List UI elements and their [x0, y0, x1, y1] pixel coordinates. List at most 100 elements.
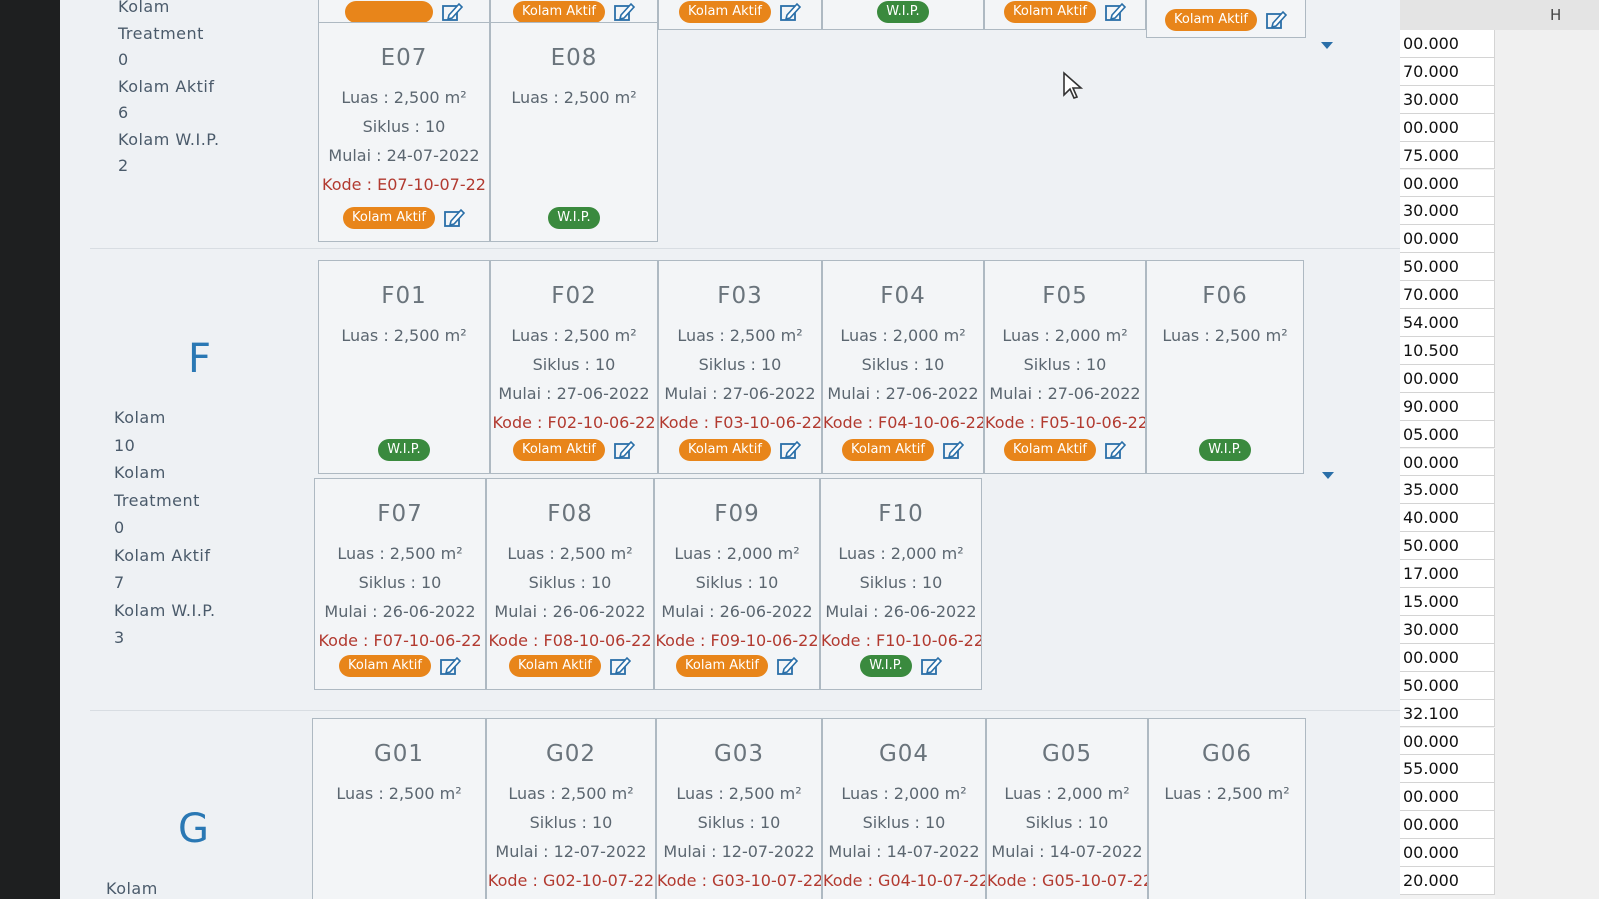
status-badge: Kolam Aktif	[1004, 1, 1096, 23]
pond-card-partial: Kolam Aktif	[984, 0, 1146, 30]
spreadsheet-cell[interactable]: 00.000	[1400, 811, 1495, 840]
spreadsheet-cell[interactable]: 00.000	[1400, 364, 1495, 393]
edit-icon[interactable]	[776, 655, 799, 677]
edit-icon[interactable]	[1265, 9, 1288, 31]
spreadsheet-cell[interactable]: 90.000	[1400, 392, 1495, 421]
spreadsheet-cell[interactable]: 54.000	[1400, 309, 1495, 337]
pond-card-g01: G01 Luas : 2,500 m²	[312, 718, 486, 899]
spreadsheet-cell[interactable]: 05.000	[1400, 420, 1495, 449]
pond-area: Luas : 2,500 m²	[337, 544, 463, 563]
spreadsheet-cell[interactable]: 32.100	[1400, 699, 1495, 728]
card-actions: Kolam Aktif	[985, 439, 1145, 461]
edit-icon[interactable]	[942, 439, 965, 461]
pond-cycle: Siklus : 10	[529, 813, 613, 832]
pond-start-date: Mulai : 27-06-2022	[989, 384, 1141, 403]
pond-start-date: Mulai : 12-07-2022	[663, 842, 815, 861]
spreadsheet-cell[interactable]: 17.000	[1400, 560, 1495, 588]
spreadsheet-cell[interactable]: 75.000	[1400, 141, 1495, 170]
edit-icon[interactable]	[920, 655, 942, 677]
pond-code: G01	[373, 741, 425, 767]
edit-icon[interactable]	[439, 655, 462, 677]
spreadsheet-cell[interactable]: 20.000	[1400, 867, 1495, 895]
spreadsheet-cell[interactable]: 30.000	[1400, 85, 1495, 114]
spreadsheet-cell[interactable]: 50.000	[1400, 253, 1495, 282]
pond-code: G04	[878, 741, 930, 767]
pond-start-date: Mulai : 27-06-2022	[664, 384, 816, 403]
spreadsheet-cell[interactable]: 00.000	[1400, 169, 1495, 198]
pond-code: F07	[377, 501, 423, 527]
pond-start-date: Mulai : 14-07-2022	[828, 842, 980, 861]
card-actions: Kolam Aktif	[659, 439, 821, 461]
spreadsheet-cell[interactable]: 50.000	[1400, 532, 1495, 561]
edit-icon[interactable]	[1104, 1, 1127, 23]
pond-area: Luas : 2,000 m²	[1004, 784, 1130, 803]
pond-cycle: Siklus : 10	[358, 573, 442, 592]
pond-area: Luas : 2,500 m²	[676, 784, 802, 803]
pond-area: Luas : 2,500 m²	[341, 326, 467, 345]
edit-icon[interactable]	[779, 439, 802, 461]
stat-line: Kolam W.I.P.	[118, 129, 220, 149]
spreadsheet-cell[interactable]: 40.000	[1400, 504, 1495, 533]
block-letter-g: G	[178, 806, 209, 852]
pond-area: Luas : 2,000 m²	[674, 544, 800, 563]
status-badge: W.I.P.	[860, 655, 912, 677]
pond-area: Luas : 2,000 m²	[838, 544, 964, 563]
pond-card-g03: G03 Luas : 2,500 m² Siklus : 10 Mulai : 12-…	[656, 718, 822, 899]
edit-icon[interactable]	[1104, 439, 1127, 461]
spreadsheet-cell[interactable]: 00.000	[1400, 225, 1495, 254]
spreadsheet-cell[interactable]: 30.000	[1400, 615, 1495, 644]
card-actions: W.I.P.	[1147, 439, 1303, 461]
pond-code: F08	[547, 501, 593, 527]
pond-card-f06: F06 Luas : 2,500 m² W.I.P.	[1146, 260, 1304, 474]
expand-caret-icon[interactable]	[1322, 472, 1334, 479]
edit-icon[interactable]	[443, 207, 466, 229]
pond-code: G02	[545, 741, 597, 767]
block-separator	[90, 248, 1400, 249]
spreadsheet-cell[interactable]: 00.000	[1400, 643, 1495, 672]
edit-icon[interactable]	[613, 1, 636, 23]
edit-icon[interactable]	[441, 1, 464, 23]
status-badge: Kolam Aktif	[676, 655, 768, 677]
spreadsheet-panel: H 00.000 70.000 30.000 00.000 75.000 00.000 30…	[1400, 0, 1599, 899]
pond-area: Luas : 2,500 m²	[1162, 326, 1288, 345]
stat-line: 0	[114, 518, 125, 537]
spreadsheet-cell[interactable]: 00.000	[1400, 783, 1495, 812]
expand-caret-icon[interactable]	[1321, 42, 1333, 49]
edit-icon[interactable]	[609, 655, 632, 677]
pond-start-date: Mulai : 26-06-2022	[825, 602, 977, 621]
pond-card-g04: G04 Luas : 2,000 m² Siklus : 10 Mulai : 14-…	[822, 718, 986, 899]
spreadsheet-cell[interactable]: 35.000	[1400, 476, 1495, 505]
pond-code: G06	[1201, 741, 1253, 767]
pond-area: Luas : 2,500 m²	[336, 784, 462, 803]
mouse-cursor-icon	[1063, 71, 1084, 99]
stat-line: Kolam	[118, 0, 170, 16]
spreadsheet-cell[interactable]: 00.000	[1400, 113, 1495, 142]
pond-card-f03: F03 Luas : 2,500 m² Siklus : 10 Mulai : 27-…	[658, 260, 822, 474]
pond-card-f10: F10 Luas : 2,000 m² Siklus : 10 Mulai : 26-…	[820, 478, 982, 690]
spreadsheet-cell[interactable]: 00.000	[1400, 30, 1495, 58]
spreadsheet-cell[interactable]: 00.000	[1400, 448, 1495, 477]
spreadsheet-cell[interactable]: 50.000	[1400, 671, 1495, 700]
pond-card-e07: E07 Luas : 2,500 m² Siklus : 10 Mulai : 24-…	[318, 22, 490, 242]
spreadsheet-cell[interactable]: 00.000	[1400, 727, 1495, 756]
pond-code: F10	[878, 501, 924, 527]
spreadsheet-cell[interactable]: 00.000	[1400, 839, 1495, 867]
pond-area: Luas : 2,500 m²	[341, 88, 467, 107]
pond-cycle: Siklus : 10	[528, 573, 612, 592]
spreadsheet-cell[interactable]: 70.000	[1400, 281, 1495, 309]
spreadsheet-cell[interactable]: 55.000	[1400, 755, 1495, 784]
status-badge: Kolam Aktif	[842, 439, 934, 461]
spreadsheet-cell[interactable]: 15.000	[1400, 588, 1495, 616]
pond-card-partial: W.I.P.	[822, 0, 984, 30]
pond-code-id: Kode : G04-10-07-22	[823, 871, 985, 890]
spreadsheet-cell[interactable]: 70.000	[1400, 57, 1495, 86]
status-badge: Kolam Aktif	[513, 1, 605, 23]
pond-code-id: Kode : F04-10-06-22	[823, 413, 983, 432]
pond-card-partial: Kolam Aktif	[658, 0, 822, 30]
status-badge: Kolam Aktif	[679, 1, 771, 23]
spreadsheet-cell[interactable]: 30.000	[1400, 197, 1495, 226]
spreadsheet-cell[interactable]: 10.500	[1400, 336, 1495, 365]
pond-cycle: Siklus : 10	[695, 573, 779, 592]
edit-icon[interactable]	[779, 1, 802, 23]
edit-icon[interactable]	[613, 439, 636, 461]
